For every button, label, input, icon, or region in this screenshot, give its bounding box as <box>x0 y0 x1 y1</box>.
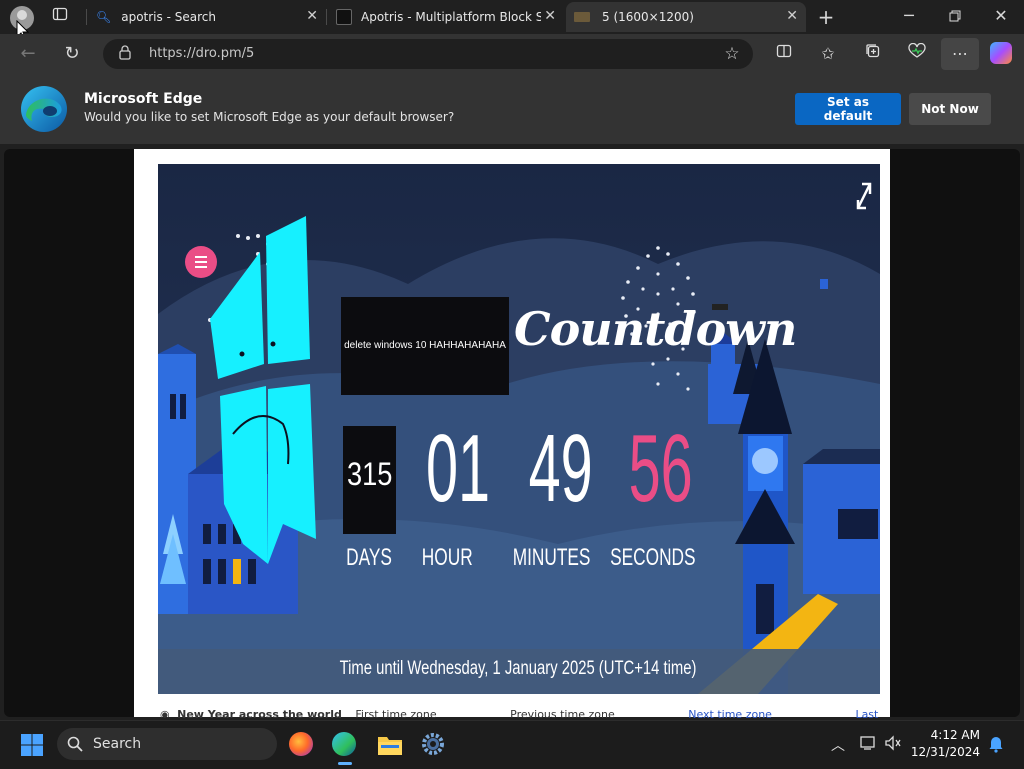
countdown-footer: Time until Wednesday, 1 January 2025 (UT… <box>339 658 697 679</box>
prev-zone-link[interactable]: Previous time zone <box>510 708 615 718</box>
countdown-image: delete windows 10 HAHHAHAHAHA Countdown … <box>158 164 880 694</box>
note-box-text: delete windows 10 HAHHAHAHAHA <box>344 340 506 351</box>
next-zone-link[interactable]: Next time zone <box>688 708 772 718</box>
lock-icon <box>119 45 131 64</box>
split-screen-icon[interactable] <box>771 42 797 66</box>
new-tab-icon[interactable]: + <box>813 5 839 29</box>
url-text[interactable]: https://dro.pm/5 <box>149 46 254 61</box>
apotris-logo-icon <box>336 9 352 25</box>
taskbar-search[interactable] <box>57 728 277 760</box>
tab-image-active[interactable]: 5 (1600×1200) ✕ <box>566 2 806 32</box>
copilot-icon[interactable] <box>990 42 1012 64</box>
collections-icon[interactable] <box>860 42 886 66</box>
edge-taskbar-icon[interactable] <box>332 732 356 756</box>
tab-title: Apotris - Multiplatform Block Stac <box>361 10 541 24</box>
favorites-icon[interactable]: ✩ <box>815 42 841 66</box>
last-zone-link[interactable]: Last time zone <box>855 708 880 718</box>
tab-apotris-site[interactable]: Apotris - Multiplatform Block Stac ✕ <box>328 2 564 32</box>
settings-gear-icon[interactable] <box>421 732 445 760</box>
countdown-scene <box>158 164 880 694</box>
tab-separator <box>326 9 327 25</box>
avatar-head <box>17 10 27 20</box>
settings-more-button[interactable]: ⋯ <box>941 38 979 70</box>
close-tab-icon[interactable]: ✕ <box>306 8 318 24</box>
close-tab-icon[interactable]: ✕ <box>544 8 556 24</box>
active-app-indicator <box>338 762 352 765</box>
seconds-label: SECONDS <box>610 544 696 571</box>
edge-logo-icon <box>20 85 68 137</box>
show-hidden-icons-chevron-icon[interactable]: ︿ <box>831 735 845 755</box>
days-label: DAYS <box>346 544 392 571</box>
hours-label: HOUR <box>421 544 473 571</box>
set-as-default-button[interactable]: Set as default <box>795 93 901 125</box>
seconds-value: 56 <box>628 415 693 522</box>
tab-title: 5 (1600×1200) <box>602 10 694 24</box>
minimize-icon[interactable]: ─ <box>896 4 922 28</box>
browser-essentials-icon[interactable] <box>904 42 930 66</box>
tab-separator <box>86 9 87 25</box>
minutes-label: MINUTES <box>512 544 591 571</box>
clock-face <box>752 448 778 474</box>
image-icon <box>574 12 590 22</box>
volume-muted-icon[interactable] <box>884 735 902 755</box>
below-image-row: ◉ New Year across the world First time z… <box>160 706 880 718</box>
tab-apotris-search[interactable]: 🔍︎ apotris - Search ✕ <box>88 2 326 32</box>
clock-time[interactable]: 4:12 AM <box>910 728 980 742</box>
notification-bell-icon[interactable] <box>988 735 1004 757</box>
minutes-value: 49 <box>528 415 593 522</box>
close-tab-icon[interactable]: ✕ <box>786 8 798 24</box>
below-heading: New Year across the world <box>177 708 342 718</box>
firefox-icon[interactable] <box>289 732 313 756</box>
favorite-star-icon[interactable]: ☆ <box>719 42 745 66</box>
infobar-title: Microsoft Edge <box>84 91 203 107</box>
back-icon[interactable]: ← <box>15 42 41 66</box>
file-explorer-icon[interactable] <box>377 734 403 760</box>
tab-actions-icon[interactable] <box>47 5 73 29</box>
tab-title: apotris - Search <box>121 10 216 24</box>
clock-date[interactable]: 12/31/2024 <box>910 745 980 759</box>
taskbar-search-label: Search <box>93 736 142 752</box>
first-zone-link[interactable]: First time zone <box>355 708 436 718</box>
search-icon <box>67 736 83 756</box>
network-icon[interactable] <box>860 735 878 755</box>
infobar-message: Would you like to set Microsoft Edge as … <box>84 110 455 124</box>
not-now-button[interactable]: Not Now <box>909 93 991 125</box>
days-value: 315 <box>346 456 393 492</box>
restore-icon[interactable] <box>942 5 968 29</box>
globe-icon: ◉ <box>160 708 170 718</box>
hours-value: 01 <box>426 415 491 522</box>
close-window-icon[interactable]: ✕ <box>988 4 1014 28</box>
start-windows-icon[interactable] <box>20 733 44 761</box>
countdown-title: Countdown <box>514 302 797 356</box>
refresh-icon[interactable]: ↻ <box>59 42 85 66</box>
search-icon: 🔍︎ <box>96 10 112 24</box>
